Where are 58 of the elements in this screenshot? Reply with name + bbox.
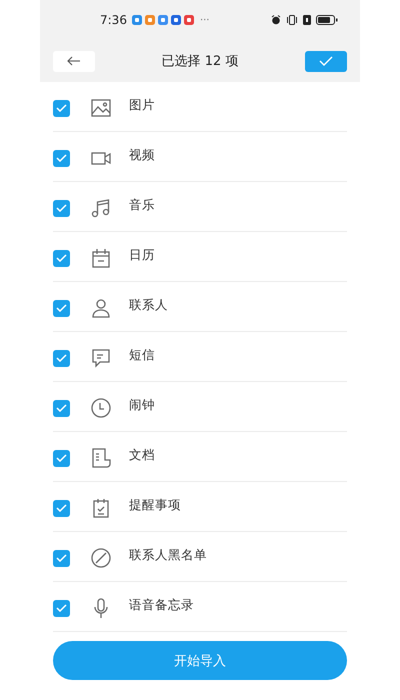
battery-icon <box>316 15 338 25</box>
checkbox[interactable] <box>53 550 70 566</box>
document-icon <box>90 447 112 469</box>
checkmark-icon <box>56 404 67 412</box>
header-title: 已选择 12 项 <box>162 53 238 70</box>
checkmark-icon <box>319 56 333 66</box>
notification-icon <box>144 15 155 25</box>
checkbox[interactable] <box>53 250 70 266</box>
checkmark-icon <box>56 354 67 362</box>
item-label: 视频 <box>129 146 155 164</box>
checkmark-icon <box>56 204 67 212</box>
start-import-button[interactable]: 开始导入 <box>53 641 347 680</box>
item-label: 语音备忘录 <box>129 596 194 614</box>
checkbox[interactable] <box>53 500 70 516</box>
checkbox[interactable] <box>53 450 70 466</box>
item-label: 短信 <box>129 346 155 364</box>
checkmark-icon <box>56 154 67 162</box>
sim-icon <box>303 15 311 25</box>
item-label: 日历 <box>129 246 155 264</box>
checkmark-icon <box>56 104 67 112</box>
checkbox[interactable] <box>53 150 70 166</box>
notification-icon <box>132 15 142 25</box>
checkbox[interactable] <box>53 300 70 316</box>
checkmark-icon <box>56 504 67 512</box>
vibrate-icon <box>286 15 298 25</box>
back-arrow-icon <box>67 56 81 66</box>
back-button[interactable] <box>53 50 95 72</box>
checkbox[interactable] <box>53 350 70 366</box>
checkbox[interactable] <box>53 600 70 616</box>
checkmark-icon <box>56 454 67 462</box>
checkmark-icon <box>56 604 67 612</box>
item-label: 图片 <box>129 96 155 114</box>
confirm-button[interactable] <box>305 50 347 72</box>
person-icon <box>90 297 112 319</box>
item-label: 提醒事项 <box>129 496 181 514</box>
item-label: 闹钟 <box>129 396 155 414</box>
checkbox[interactable] <box>53 400 70 416</box>
checkmark-icon <box>56 304 67 312</box>
prohibited-icon <box>90 547 112 569</box>
more-notifications: ··· <box>200 14 210 26</box>
status-time: 7:36 <box>100 13 127 27</box>
calendar-icon <box>90 247 112 269</box>
music-note-icon <box>90 197 112 219</box>
message-bubble-icon <box>90 347 112 369</box>
clock-icon <box>90 397 112 419</box>
item-label: 联系人黑名单 <box>129 546 207 564</box>
checkbox[interactable] <box>53 100 70 116</box>
checkmark-icon <box>56 254 67 262</box>
image-icon <box>90 97 112 119</box>
checkbox[interactable] <box>53 200 70 216</box>
notification-icon <box>170 15 181 25</box>
item-label: 联系人 <box>129 296 168 314</box>
notification-icon <box>184 15 194 25</box>
alarm-icon <box>271 15 281 25</box>
checkmark-icon <box>56 554 67 562</box>
item-label: 音乐 <box>129 196 155 214</box>
item-label: 文档 <box>129 446 155 464</box>
notification-icon <box>158 15 168 25</box>
